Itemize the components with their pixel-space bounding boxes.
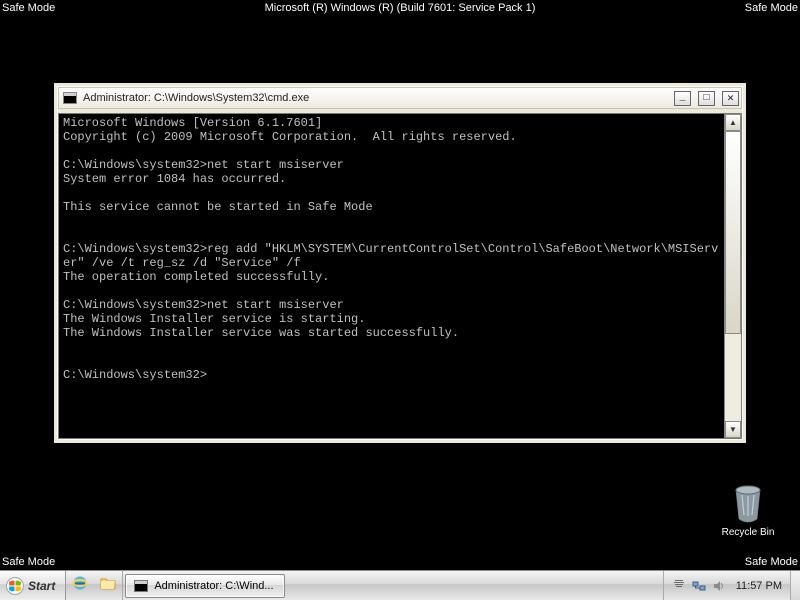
taskbar: Start Administrator: C:\Wind... xyxy=(0,570,800,600)
minimize-button[interactable]: _ xyxy=(674,91,691,106)
windows-orb-icon xyxy=(6,577,24,595)
cmd-window-title: Administrator: C:\Windows\System32\cmd.e… xyxy=(83,92,667,104)
safe-mode-label-top-left: Safe Mode xyxy=(2,2,55,14)
tray-network-icon[interactable] xyxy=(692,579,706,593)
start-label: Start xyxy=(28,579,55,593)
scroll-up-button[interactable]: ▲ xyxy=(725,114,741,131)
start-button[interactable]: Start xyxy=(0,571,66,600)
cmd-icon xyxy=(134,580,148,592)
recycle-bin-label: Recycle Bin xyxy=(718,527,778,538)
scroll-down-button[interactable]: ▼ xyxy=(725,421,741,438)
show-desktop-button[interactable] xyxy=(790,571,800,600)
safe-mode-label-bottom-left: Safe Mode xyxy=(2,556,55,568)
safe-mode-label-bottom-right: Safe Mode xyxy=(745,556,798,568)
cmd-titlebar[interactable]: Administrator: C:\Windows\System32\cmd.e… xyxy=(58,87,742,109)
windows-build-label: Microsoft (R) Windows (R) (Build 7601: S… xyxy=(265,2,536,14)
taskbar-task-cmd[interactable]: Administrator: C:\Wind... xyxy=(125,574,285,598)
scroll-track[interactable] xyxy=(725,131,741,421)
recycle-bin-desktop-icon[interactable]: Recycle Bin xyxy=(718,481,778,538)
recycle-bin-icon xyxy=(730,481,766,525)
tray-volume-icon[interactable] xyxy=(712,579,726,593)
cmd-icon xyxy=(63,92,77,104)
folder-icon xyxy=(99,574,117,597)
cmd-client-area: Microsoft Windows [Version 6.1.7601] Cop… xyxy=(58,113,742,439)
ie-icon xyxy=(71,574,89,597)
cmd-scrollbar[interactable]: ▲ ▼ xyxy=(724,114,741,438)
quick-launch-explorer[interactable] xyxy=(94,571,122,600)
system-tray: 11:57 PM xyxy=(663,571,790,600)
tray-action-center-icon[interactable] xyxy=(672,579,686,593)
cmd-output[interactable]: Microsoft Windows [Version 6.1.7601] Cop… xyxy=(59,114,724,438)
scroll-thumb[interactable] xyxy=(725,131,741,334)
cmd-window[interactable]: Administrator: C:\Windows\System32\cmd.e… xyxy=(53,82,747,444)
quick-launch xyxy=(66,571,123,600)
taskbar-clock[interactable]: 11:57 PM xyxy=(732,580,782,592)
safe-mode-label-top-right: Safe Mode xyxy=(745,2,798,14)
close-button[interactable]: ✕ xyxy=(722,91,739,106)
taskbar-task-label: Administrator: C:\Wind... xyxy=(154,580,273,592)
quick-launch-ie[interactable] xyxy=(66,571,94,600)
maximize-button[interactable]: □ xyxy=(698,91,715,106)
